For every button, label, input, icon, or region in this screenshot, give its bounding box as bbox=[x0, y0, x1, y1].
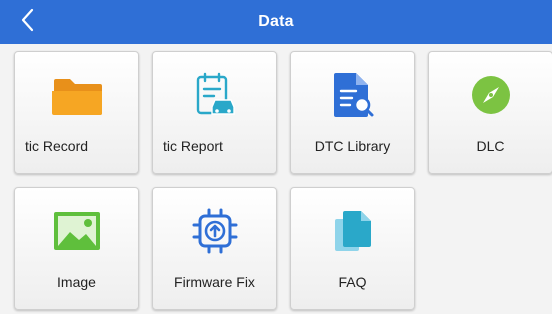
folder-icon bbox=[50, 73, 104, 122]
tile-label: DLC bbox=[476, 138, 505, 154]
tile-label: tic Report bbox=[163, 138, 223, 154]
tile-dtc-library[interactable]: DTC Library bbox=[290, 51, 415, 174]
tile-label: tic Record bbox=[25, 138, 89, 154]
tile-label: Image bbox=[57, 274, 96, 290]
compass-icon bbox=[469, 73, 513, 122]
copy-pages-icon bbox=[331, 207, 375, 260]
image-icon bbox=[52, 210, 102, 257]
tile-firmware-fix[interactable]: Firmware Fix bbox=[152, 187, 277, 310]
top-app-bar: Data bbox=[0, 0, 552, 44]
tile-label: FAQ bbox=[338, 274, 367, 290]
page-title: Data bbox=[258, 13, 294, 30]
document-search-icon bbox=[330, 71, 376, 124]
tile-dlc[interactable]: DLC bbox=[428, 51, 552, 174]
tile-label: DTC Library bbox=[314, 138, 391, 154]
tile-diagnostic-report[interactable]: tic Report bbox=[152, 51, 277, 174]
tile-faq[interactable]: FAQ bbox=[290, 187, 415, 310]
clipboard-car-icon bbox=[190, 71, 240, 124]
tile-diagnostic-record[interactable]: tic Record bbox=[14, 51, 139, 174]
tile-image[interactable]: Image bbox=[14, 187, 139, 310]
chip-upload-icon bbox=[190, 206, 240, 261]
tile-label: Firmware Fix bbox=[174, 274, 255, 290]
function-grid: tic Record tic Report DTC Library DLC Im… bbox=[11, 49, 552, 314]
